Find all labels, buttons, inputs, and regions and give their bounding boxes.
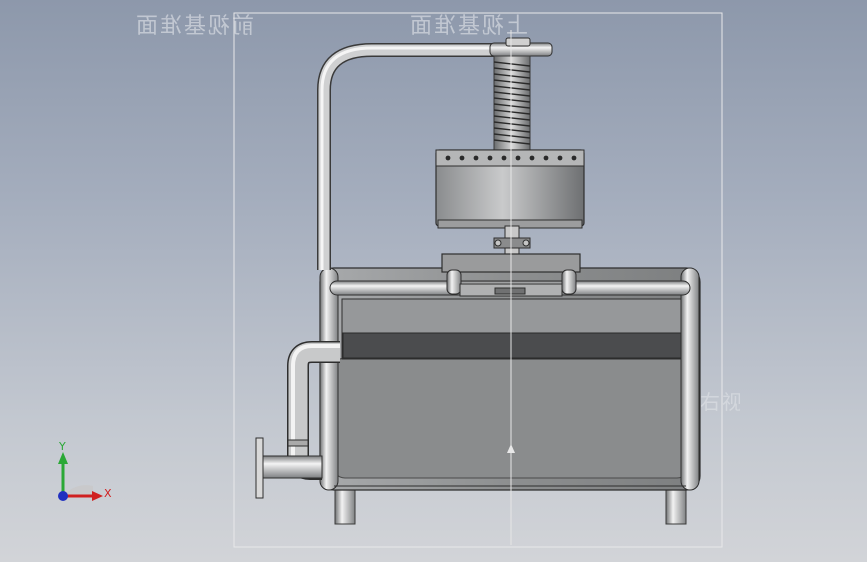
triad-y-label: Y xyxy=(59,440,66,453)
tank-dark-strip xyxy=(342,332,682,359)
mount-foot-left xyxy=(446,269,462,295)
leg-left xyxy=(334,485,356,525)
model-drawing[interactable] xyxy=(0,0,867,562)
mount-foot-right xyxy=(561,269,577,295)
outlet-flange xyxy=(255,437,264,499)
triad-x-label: X xyxy=(104,487,112,500)
leg-right xyxy=(665,485,687,525)
graphics-viewport[interactable]: 前视基准面 上视基准面 右视基准面 xyxy=(0,0,867,562)
tank-rim-left xyxy=(319,267,339,491)
reference-triad: Y X xyxy=(48,440,118,510)
outlet-flange-pipe xyxy=(261,455,323,479)
tank-rim-right xyxy=(680,267,700,491)
